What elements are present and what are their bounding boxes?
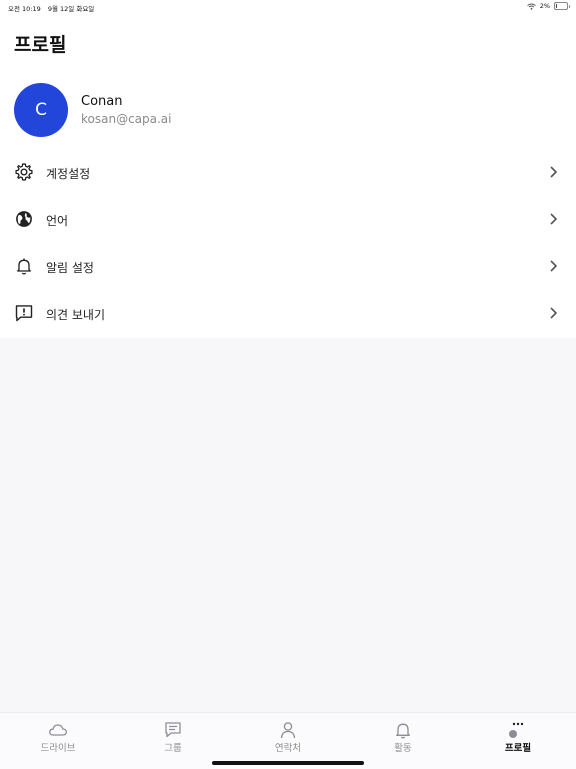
tab-profile[interactable]: 프로필	[468, 713, 568, 761]
globe-icon	[16, 211, 32, 227]
cloud-icon	[49, 724, 67, 736]
user-name: Conan	[81, 94, 123, 109]
bell-icon	[17, 258, 31, 275]
tab-label: 그룹	[164, 743, 182, 754]
tab-label: 프로필	[504, 743, 532, 754]
menu-item-label: 알림 설정	[46, 261, 94, 275]
tab-contacts[interactable]: 연락처	[238, 713, 338, 761]
feedback-icon	[15, 305, 33, 322]
status-bar: 오전 10:19 9월 12일 화요일 2%	[0, 0, 576, 14]
menu-item-account-settings[interactable]: 계정설정	[0, 150, 576, 196]
menu-item-language[interactable]: 언어	[0, 197, 576, 243]
tab-activity[interactable]: 활동	[353, 713, 453, 761]
tab-label: 활동	[394, 743, 412, 754]
tab-label: 연락처	[274, 743, 302, 754]
tab-drive[interactable]: 드라이브	[8, 713, 108, 761]
person-icon	[280, 722, 296, 739]
chevron-right-icon	[550, 260, 558, 272]
more-icon	[509, 722, 524, 738]
bell-icon	[396, 723, 410, 739]
chevron-right-icon	[550, 307, 558, 319]
profile-panel: 프로필 C Conan kosan@capa.ai 계정설정 언어 알림 설정 …	[0, 14, 576, 338]
menu-item-send-feedback[interactable]: 의견 보내기	[0, 291, 576, 337]
page-title: 프로필	[14, 34, 67, 56]
status-time: 오전 10:19	[8, 5, 41, 13]
user-email: kosan@capa.ai	[81, 112, 172, 126]
battery-level	[556, 4, 557, 8]
tab-group[interactable]: 그룹	[123, 713, 223, 761]
gear-icon	[15, 163, 33, 181]
wifi-icon	[526, 3, 536, 10]
chevron-right-icon	[550, 213, 558, 225]
menu-item-label: 계정설정	[46, 167, 91, 181]
home-indicator	[212, 761, 364, 765]
menu-item-notification-settings[interactable]: 알림 설정	[0, 244, 576, 290]
tab-label: 드라이브	[40, 743, 76, 754]
battery-percent: 2%	[539, 2, 550, 10]
menu-item-label: 의견 보내기	[46, 308, 106, 322]
status-date: 9월 12일 화요일	[47, 5, 95, 13]
chat-icon	[165, 722, 181, 738]
avatar: C	[14, 83, 68, 137]
battery-icon	[554, 2, 570, 10]
chevron-right-icon	[550, 166, 558, 178]
menu-item-label: 언어	[46, 214, 69, 228]
